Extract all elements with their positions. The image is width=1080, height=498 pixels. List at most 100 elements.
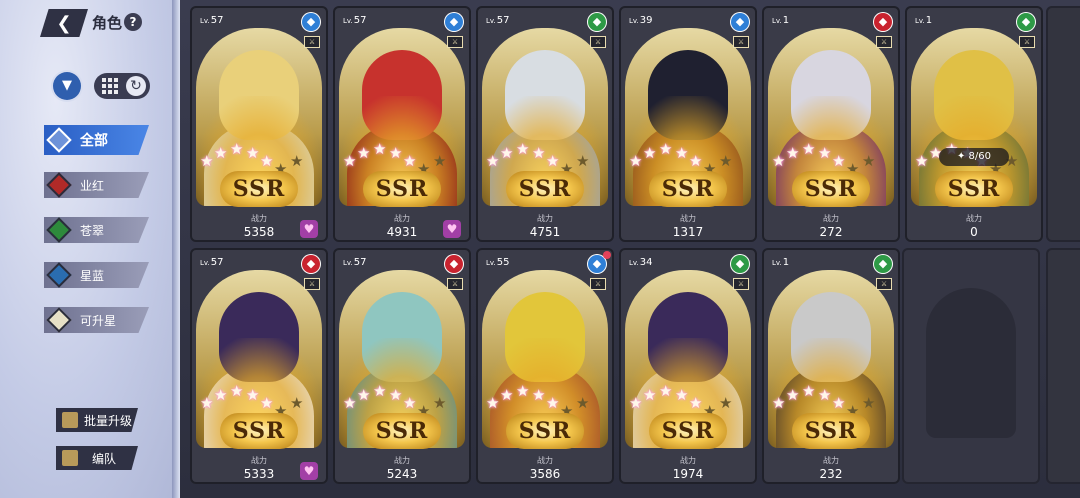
empty-card-slot bbox=[902, 248, 1040, 484]
star-icon: ★ bbox=[214, 386, 228, 404]
filter-green-label: 苍翠 bbox=[80, 223, 105, 238]
star-icon: ★ bbox=[832, 152, 846, 170]
help-icon[interactable]: ? bbox=[124, 13, 142, 31]
rotate-icon[interactable]: ↻ bbox=[126, 76, 146, 96]
star-icon: ★ bbox=[290, 152, 304, 170]
star-icon: ★ bbox=[629, 394, 643, 412]
heart-icon[interactable]: ♥ bbox=[443, 220, 461, 238]
star-rating: ★★★★★★★ bbox=[486, 382, 604, 420]
filter-star-up[interactable]: 可升星 bbox=[44, 307, 149, 333]
star-icon: ★ bbox=[290, 394, 304, 412]
character-card[interactable]: Lv.57 ◆ ⚔ ★ ★ ★ ★ ★ ★ ★ SSR 战力 4931 ♥ bbox=[333, 6, 471, 242]
back-arrow-icon: ❮ bbox=[56, 12, 72, 34]
rarity-badge: SSR bbox=[792, 413, 870, 449]
star-icon: ★ bbox=[357, 386, 371, 404]
star-icon: ★ bbox=[486, 152, 500, 170]
star-icon: ★ bbox=[357, 144, 371, 162]
element-icon: ◆ bbox=[445, 13, 463, 31]
power-value: 1317 bbox=[672, 225, 704, 239]
star-icon: ★ bbox=[786, 386, 800, 404]
character-card[interactable]: Lv.1◆⚔★★★★★★★✦ 8/60SSR战力0 bbox=[905, 6, 1043, 242]
star-icon: ★ bbox=[832, 394, 846, 412]
star-rating: ★★★★★★★ bbox=[772, 382, 890, 420]
star-up-icon bbox=[46, 307, 72, 333]
view-toggle[interactable]: ↻ bbox=[94, 73, 150, 99]
rarity-badge: SSR bbox=[506, 171, 584, 207]
star-rating: ★★★★★★★ bbox=[200, 140, 318, 178]
star-icon: ★ bbox=[576, 152, 590, 170]
grid-view-icon[interactable] bbox=[102, 78, 120, 94]
star-icon: ★ bbox=[802, 382, 816, 400]
filter-star-up-label: 可升星 bbox=[80, 313, 117, 328]
rarity-badge: SSR bbox=[363, 171, 441, 207]
power-value: 272 bbox=[819, 225, 843, 239]
star-icon: ★ bbox=[214, 144, 228, 162]
red-element-icon bbox=[46, 172, 72, 198]
character-card[interactable]: Lv.57 ◆ ⚔ ★ ★ ★ ★ ★ ★ ★ SSR 战力 5243 bbox=[333, 248, 471, 484]
star-icon: ★ bbox=[546, 152, 560, 170]
blue-element-icon bbox=[46, 262, 72, 288]
star-icon: ★ bbox=[200, 152, 214, 170]
character-card[interactable]: Lv.39 ◆ ⚔ ★ ★ ★ ★ ★ ★ ★ SSR 战力 1317 bbox=[619, 6, 757, 242]
character-card[interactable]: Lv.57 ◆ ⚔ ★ ★ ★ ★ ★ ★ ★ SSR 战力 4751 bbox=[476, 6, 614, 242]
star-icon: ★ bbox=[772, 394, 786, 412]
star-icon: ★ bbox=[373, 382, 387, 400]
class-icon: ⚔ bbox=[733, 278, 749, 290]
element-icon: ◆ bbox=[302, 255, 320, 273]
sidebar-frame bbox=[172, 0, 180, 498]
character-level: Lv.39 bbox=[629, 15, 653, 26]
character-card[interactable]: Lv.34 ◆ ⚔ ★ ★ ★ ★ ★ ★ ★ SSR 战力 1974 bbox=[619, 248, 757, 484]
element-icon: ◆ bbox=[874, 13, 892, 31]
rarity-badge: SSR bbox=[506, 413, 584, 449]
class-icon: ⚔ bbox=[876, 36, 892, 48]
all-grid-icon bbox=[46, 127, 72, 153]
star-rating: ★★★★★★★ bbox=[629, 382, 747, 420]
character-level: Lv.1 bbox=[772, 257, 790, 268]
filter-green[interactable]: 苍翠 bbox=[44, 217, 149, 243]
class-icon: ⚔ bbox=[447, 278, 463, 290]
heart-icon[interactable]: ♥ bbox=[300, 220, 318, 238]
filter-all[interactable]: 全部 bbox=[44, 125, 149, 155]
character-card[interactable]: Lv.57 ◆ ⚔ ★ ★ ★ ★ ★ ★ ★ SSR 战力 5358 ♥ bbox=[190, 6, 328, 242]
filter-red[interactable]: 业红 bbox=[44, 172, 149, 198]
star-icon: ★ bbox=[689, 152, 703, 170]
character-card[interactable]: Lv.57 ◆ ⚔ ★ ★ ★ ★ ★ ★ ★ SSR 战力 5333 ♥ bbox=[190, 248, 328, 484]
character-level: Lv.1 bbox=[915, 15, 933, 26]
element-icon: ◆ bbox=[731, 13, 749, 31]
back-button[interactable]: ❮ bbox=[40, 9, 88, 37]
star-icon: ★ bbox=[532, 386, 546, 404]
filter-blue-label: 星蓝 bbox=[80, 268, 105, 283]
power-value: 232 bbox=[819, 467, 843, 481]
character-grid: Lv.57 ◆ ⚔ ★ ★ ★ ★ ★ ★ ★ SSR 战力 5358 ♥ Lv.57 ◆ ⚔ ★ ★ ★ ★ ★ ★ ★ SS… bbox=[180, 0, 1080, 498]
filter-button[interactable]: ▼ bbox=[53, 72, 81, 100]
star-icon: ★ bbox=[403, 152, 417, 170]
upgrade-icon bbox=[62, 412, 78, 428]
power-value: 3586 bbox=[529, 467, 561, 481]
character-card[interactable]: Lv.55 ◆ ⚔ ★ ★ ★ ★ ★ ★ ★ SSR 战力 3586 bbox=[476, 248, 614, 484]
star-icon: ★ bbox=[389, 144, 403, 162]
power-value: 1974 bbox=[672, 467, 704, 481]
star-rating: ★★★★★★★ bbox=[629, 140, 747, 178]
rarity-badge: SSR bbox=[649, 413, 727, 449]
star-icon: ★ bbox=[862, 394, 876, 412]
element-icon: ◆ bbox=[874, 255, 892, 273]
star-icon: ★ bbox=[719, 394, 733, 412]
silhouette bbox=[926, 288, 1016, 438]
rarity-badge: SSR bbox=[792, 171, 870, 207]
filter-blue[interactable]: 星蓝 bbox=[44, 262, 149, 288]
formation-button[interactable]: 编队 bbox=[56, 446, 138, 470]
batch-upgrade-button[interactable]: 批量升级 bbox=[56, 408, 138, 432]
star-icon: ★ bbox=[516, 140, 530, 158]
character-card[interactable]: Lv.1 ◆ ⚔ ★ ★ ★ ★ ★ ★ ★ SSR 战力 232 bbox=[762, 248, 900, 484]
formation-label: 编队 bbox=[92, 451, 117, 466]
heart-icon[interactable]: ♥ bbox=[300, 462, 318, 480]
filter-red-label: 业红 bbox=[80, 178, 105, 193]
element-icon: ◆ bbox=[302, 13, 320, 31]
star-icon: ★ bbox=[246, 144, 260, 162]
character-card[interactable]: Lv.1 ◆ ⚔ ★ ★ ★ ★ ★ ★ ★ SSR 战力 272 bbox=[762, 6, 900, 242]
star-icon: ★ bbox=[230, 382, 244, 400]
star-icon: ★ bbox=[675, 386, 689, 404]
class-icon: ⚔ bbox=[733, 36, 749, 48]
class-icon: ⚔ bbox=[876, 278, 892, 290]
green-element-icon bbox=[46, 217, 72, 243]
